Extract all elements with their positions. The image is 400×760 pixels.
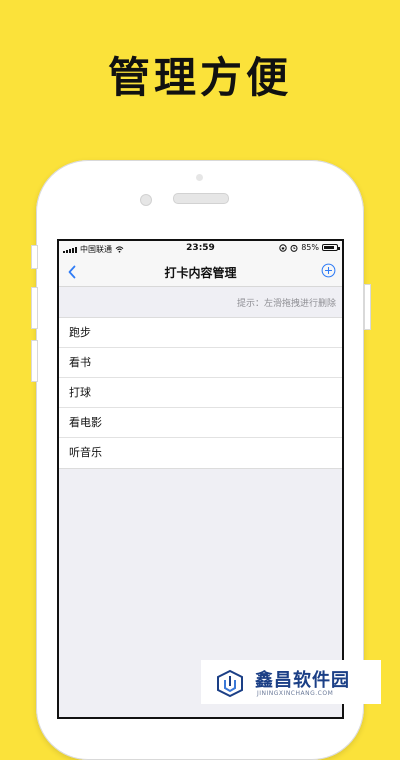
front-camera <box>140 194 152 206</box>
mute-switch <box>31 245 38 269</box>
earpiece-speaker <box>173 193 229 204</box>
add-button[interactable] <box>321 263 336 278</box>
status-bar: 中国联通 23:59 85% <box>59 241 342 257</box>
site-watermark: 鑫昌软件园 JININGXINCHANG.COM <box>201 660 381 704</box>
watermark-url: JININGXINCHANG.COM <box>257 690 334 697</box>
rotation-lock-icon <box>279 243 287 252</box>
list-item[interactable]: 打球 <box>59 378 342 408</box>
phone-screen: 中国联通 23:59 85% 打卡内容管理 提示：左滑拖拽进行删除 跑步 看书 … <box>57 239 344 719</box>
watermark-name: 鑫昌软件园 <box>255 670 350 691</box>
battery-icon <box>322 244 340 251</box>
list-item[interactable]: 看电影 <box>59 408 342 438</box>
swipe-delete-hint: 提示：左滑拖拽进行删除 <box>236 299 336 309</box>
volume-up-button <box>31 287 38 329</box>
list-item[interactable]: 看书 <box>59 348 342 378</box>
checkin-item-list: 跑步 看书 打球 看电影 听音乐 <box>59 317 342 469</box>
list-item[interactable]: 听音乐 <box>59 438 342 468</box>
list-item[interactable]: 跑步 <box>59 318 342 348</box>
alarm-icon <box>290 244 298 252</box>
site-logo-icon <box>217 669 243 698</box>
page-title: 打卡内容管理 <box>164 266 237 280</box>
plus-circle-icon <box>321 263 336 278</box>
front-sensor <box>196 174 203 181</box>
headline-title: 管理方便 <box>107 53 292 102</box>
navigation-bar: 打卡内容管理 <box>59 257 342 287</box>
power-button <box>364 284 371 330</box>
battery-percent: 85% <box>301 243 319 252</box>
volume-down-button <box>31 340 38 382</box>
